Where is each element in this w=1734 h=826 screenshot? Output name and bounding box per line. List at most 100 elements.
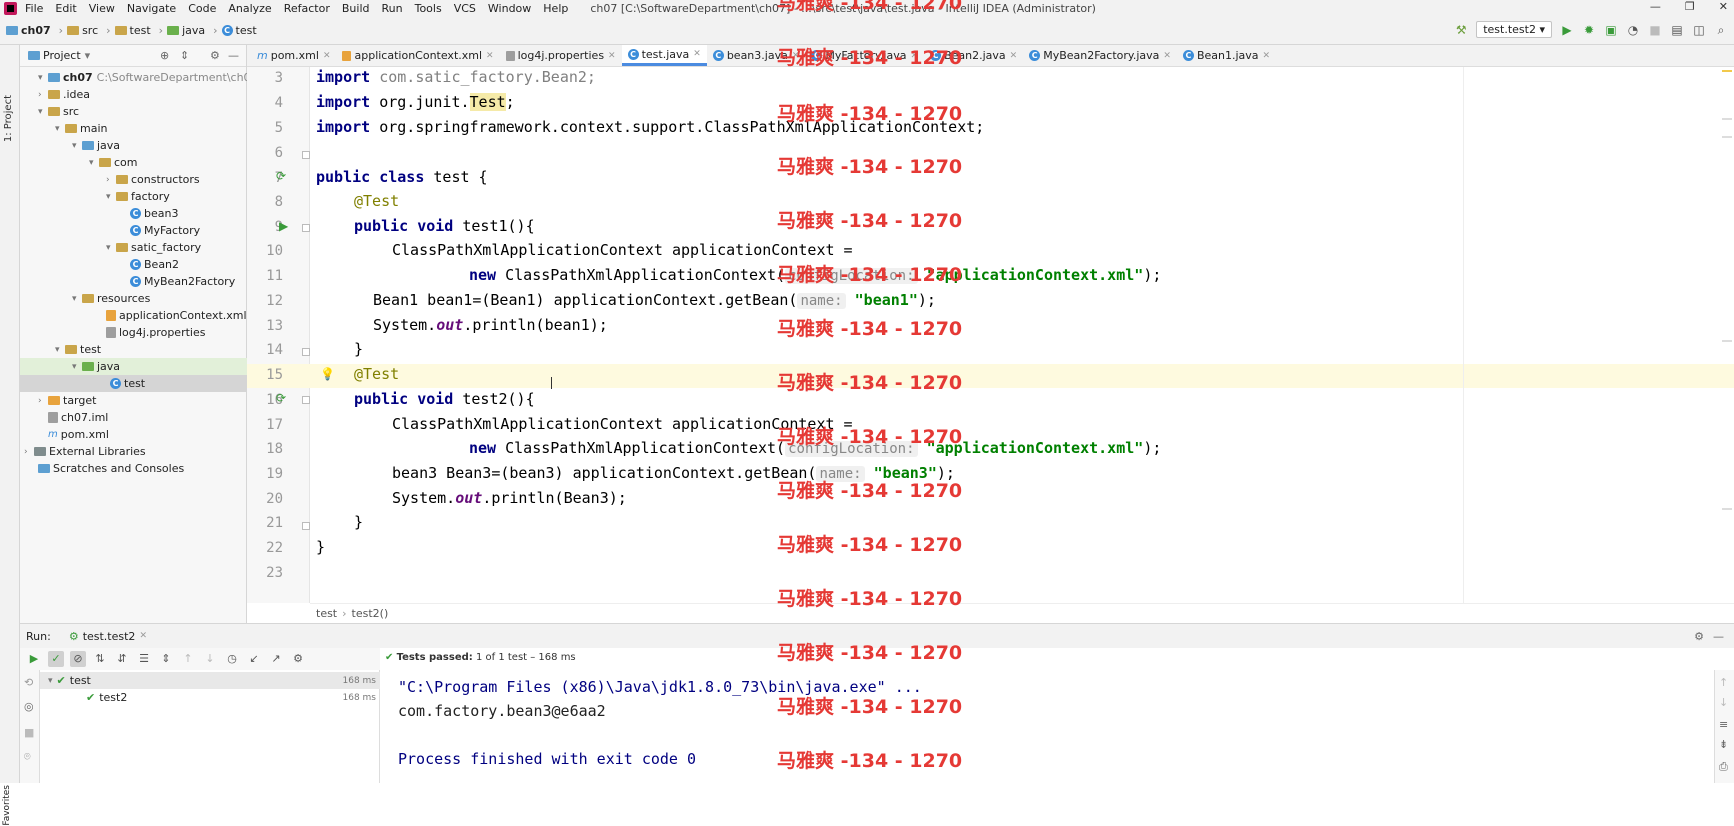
tab-mybean2factory-java[interactable]: C MyBean2Factory.java ✕	[1023, 45, 1177, 66]
close-icon[interactable]: ✕	[608, 51, 616, 61]
stop-icon[interactable]: ■	[1648, 23, 1662, 37]
show-ignored-icon[interactable]: ⊘	[70, 651, 86, 667]
run-test-class-icon[interactable]: ⟳	[276, 169, 286, 183]
tree-item-log4j-properties[interactable]: log4j.properties	[106, 324, 205, 341]
tree-item-factory[interactable]: ▾ factory	[106, 188, 170, 205]
build-hammer-icon[interactable]: ⚒	[1454, 23, 1468, 37]
close-icon[interactable]: ✕	[139, 631, 147, 641]
test-node-root[interactable]: ▾ ✔ test 168 ms	[40, 672, 380, 689]
tree-item-ch07-iml[interactable]: ch07.iml	[48, 409, 108, 426]
menu-build[interactable]: Build	[342, 2, 370, 15]
test-node-test2[interactable]: ✔ test2 168 ms	[40, 689, 380, 706]
tree-item-com[interactable]: ▾ com	[89, 154, 138, 171]
tree-item-test-java[interactable]: ▾ java	[20, 358, 247, 375]
error-stripe-marker[interactable]	[1722, 508, 1732, 510]
profile-icon[interactable]: ◔	[1626, 23, 1640, 37]
menu-edit[interactable]: Edit	[55, 2, 76, 15]
tree-item-pom-xml[interactable]: m pom.xml	[48, 426, 109, 443]
hide-icon[interactable]: —	[1713, 630, 1724, 643]
show-passed-icon[interactable]: ✓	[48, 651, 64, 667]
stop-icon[interactable]: ■	[24, 726, 34, 739]
menu-view[interactable]: View	[89, 2, 115, 15]
gear-icon[interactable]: ⚙	[1694, 630, 1704, 643]
close-icon[interactable]: ✕	[1719, 0, 1728, 13]
restore-icon[interactable]: ❐	[1685, 0, 1695, 13]
error-stripe-marker[interactable]	[1722, 136, 1732, 138]
fold-icon[interactable]	[302, 348, 310, 356]
gear-icon[interactable]: ⚙	[290, 651, 306, 667]
panel-title[interactable]: Project	[43, 49, 81, 62]
menu-code[interactable]: Code	[188, 2, 216, 15]
minimize-icon[interactable]: —	[1650, 0, 1661, 13]
menu-refactor[interactable]: Refactor	[284, 2, 330, 15]
run-test-refresh-icon[interactable]: ⟳	[276, 391, 286, 405]
hide-icon[interactable]: —	[228, 49, 239, 62]
tree-item-target[interactable]: › target	[38, 392, 96, 409]
menu-vcs[interactable]: VCS	[454, 2, 476, 15]
camera-icon[interactable]: ⌾	[24, 750, 31, 764]
breadcrumb-class[interactable]: test	[316, 607, 337, 620]
chevron-down-icon[interactable]: ▾	[85, 49, 91, 62]
breadcrumb-method[interactable]: test2()	[352, 607, 389, 620]
soft-wrap-icon[interactable]: ≡	[1719, 718, 1728, 731]
tree-item-applicationcontext-xml[interactable]: applicationContext.xml	[106, 307, 247, 324]
tree-item-idea[interactable]: › .idea	[38, 86, 90, 103]
lightbulb-icon[interactable]: 💡	[320, 367, 335, 381]
test-history-icon[interactable]: ◷	[224, 651, 240, 667]
run-tab-test2[interactable]: ⚙ test.test2 ✕	[63, 630, 153, 643]
toggle-auto-test-icon[interactable]: ◎	[24, 700, 34, 713]
project-structure-icon[interactable]: ▤	[1670, 23, 1684, 37]
tree-item-satic-factory[interactable]: ▾ satic_factory	[106, 239, 201, 256]
tree-item-test-class[interactable]: Ctest	[20, 375, 247, 392]
up-arrow-icon[interactable]: ↑	[1719, 676, 1728, 689]
tree-item-resources[interactable]: ▾ resources	[72, 290, 150, 307]
tree-item-ch07[interactable]: ▾ ch07 C:\SoftwareDepartment\ch07	[38, 69, 258, 86]
collapse-all-icon[interactable]: ⇕	[180, 49, 189, 62]
menu-help[interactable]: Help	[543, 2, 568, 15]
tree-item-myfactory[interactable]: C MyFactory	[130, 222, 200, 239]
error-stripe-marker[interactable]	[1722, 340, 1732, 342]
tab-bean1-java[interactable]: C Bean1.java ✕	[1177, 45, 1276, 66]
export-tests-icon[interactable]: ↗	[268, 651, 284, 667]
fold-icon[interactable]	[302, 151, 310, 159]
menu-window[interactable]: Window	[488, 2, 531, 15]
tree-item-constructors[interactable]: › constructors	[106, 171, 200, 188]
next-failed-icon[interactable]: ↓	[202, 651, 218, 667]
sdk-icon[interactable]: ◫	[1692, 23, 1706, 37]
gear-icon[interactable]: ⚙	[210, 49, 220, 62]
fold-icon[interactable]	[302, 522, 310, 530]
close-icon[interactable]: ✕	[1010, 51, 1018, 61]
close-icon[interactable]: ✕	[486, 51, 494, 61]
tab-applicationcontext-xml[interactable]: applicationContext.xml ✕	[336, 45, 499, 66]
sort-duration-icon[interactable]: ⇵	[114, 651, 130, 667]
menu-navigate[interactable]: Navigate	[127, 2, 176, 15]
tree-item-src[interactable]: ▾ src	[38, 103, 79, 120]
close-icon[interactable]: ✕	[323, 51, 331, 61]
run-test-icon[interactable]: ▶	[279, 219, 288, 233]
crumb-class[interactable]: Ctest	[221, 24, 257, 37]
fold-icon[interactable]	[302, 396, 310, 404]
previous-failed-icon[interactable]: ↑	[180, 651, 196, 667]
expand-all-icon[interactable]: ☰	[136, 651, 152, 667]
tree-item-mybean2factory[interactable]: C MyBean2Factory	[130, 273, 235, 290]
tree-item-bean3[interactable]: Cbean3	[130, 205, 178, 222]
crumb-src[interactable]: src	[67, 24, 98, 37]
down-arrow-icon[interactable]: ↓	[1719, 696, 1728, 709]
project-tool-window-button[interactable]: 1: Project	[3, 95, 14, 142]
menu-run[interactable]: Run	[382, 2, 403, 15]
tree-item-scratches[interactable]: Scratches and Consoles	[38, 460, 184, 477]
debug-icon[interactable]: ✹	[1582, 23, 1596, 37]
close-icon[interactable]: ✕	[1163, 51, 1171, 61]
tree-item-test[interactable]: ▾ test	[55, 341, 101, 358]
scroll-to-end-icon[interactable]: ⇟	[1719, 738, 1728, 751]
tree-item-external-libraries[interactable]: › External Libraries	[24, 443, 146, 460]
console-output[interactable]: "C:\Program Files (x86)\Java\jdk1.8.0_73…	[380, 670, 1714, 783]
tree-item-java[interactable]: ▾ java	[72, 137, 120, 154]
code-editor[interactable]	[310, 67, 1734, 603]
tab-pom-xml[interactable]: m pom.xml ✕	[251, 45, 336, 66]
close-icon[interactable]: ✕	[1263, 51, 1271, 61]
menu-analyze[interactable]: Analyze	[228, 2, 271, 15]
error-stripe-marker[interactable]	[1722, 70, 1732, 72]
tab-log4j-properties[interactable]: log4j.properties ✕	[500, 45, 622, 66]
tree-item-bean2[interactable]: C Bean2	[130, 256, 179, 273]
